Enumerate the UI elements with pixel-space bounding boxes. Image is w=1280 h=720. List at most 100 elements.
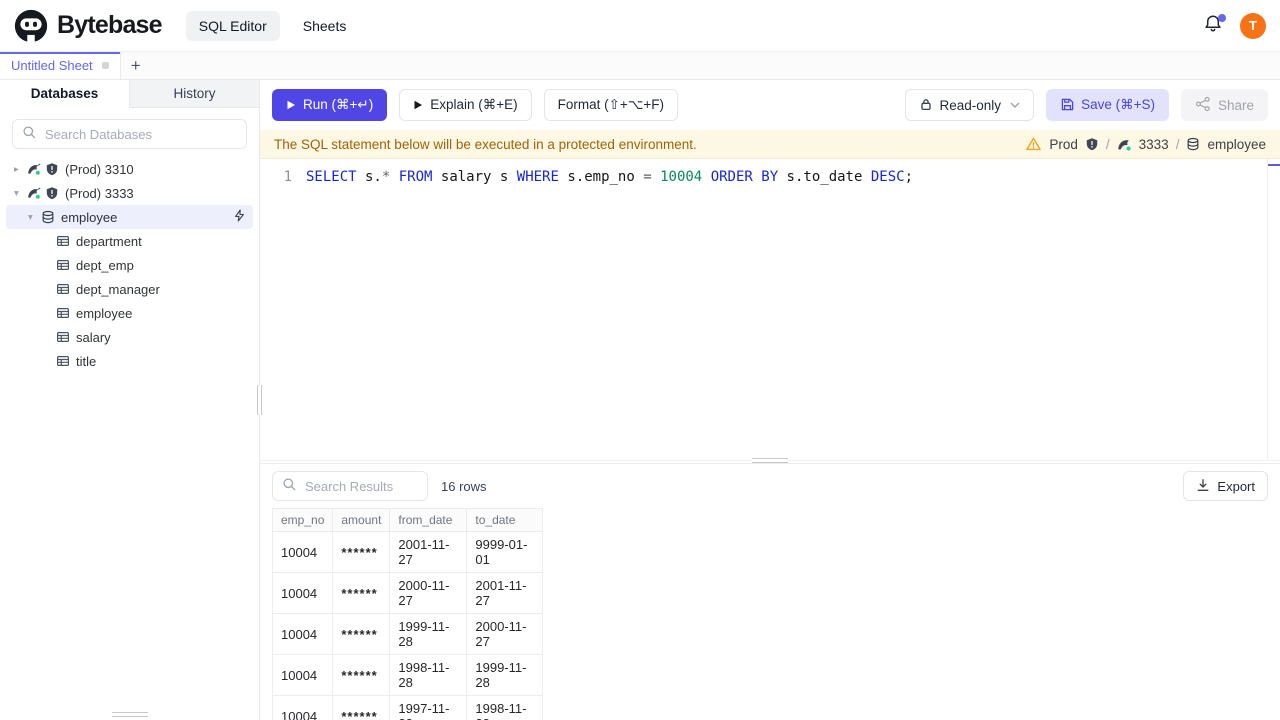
tab-dirty-indicator[interactable] <box>101 62 109 69</box>
table-icon <box>56 258 70 272</box>
table-cell[interactable]: 10004 <box>271 531 334 573</box>
export-button[interactable]: Export <box>1183 471 1268 501</box>
table-cell[interactable]: ****** <box>332 572 391 614</box>
play-icon <box>286 98 296 113</box>
sql-token: s.to_date <box>778 169 871 185</box>
format-label: Format (⇧+⌥+F) <box>557 97 665 112</box>
table-cell[interactable]: ****** <box>332 613 391 655</box>
tree-row[interactable]: ▾ (Prod) 3333 <box>6 181 253 205</box>
search-results-input[interactable] <box>303 477 418 495</box>
tree-row[interactable]: salary <box>6 325 253 349</box>
tree-row-icons <box>56 306 70 320</box>
nav-sheets[interactable]: Sheets <box>290 11 360 41</box>
bytebase-sql-editor: Bytebase SQL Editor Sheets T Untitled Sh… <box>0 0 1280 720</box>
table-cell[interactable]: 1999-11-28 <box>466 654 544 696</box>
explain-label: Explain (⌘+E) <box>430 97 518 112</box>
mysql-icon <box>27 162 41 176</box>
table-cell[interactable]: 1998-11-28 <box>466 695 544 720</box>
table-cell[interactable]: 2000-11-27 <box>466 613 544 655</box>
new-sheet-button[interactable]: + <box>121 52 151 79</box>
tree-label: dept_emp <box>76 257 134 273</box>
tree-row[interactable]: department <box>6 229 253 253</box>
notifications-button[interactable] <box>1202 13 1226 37</box>
table-cell[interactable]: 1998-11-28 <box>389 654 468 696</box>
sql-token: s.emp_no <box>558 169 644 185</box>
share-button[interactable]: Share <box>1180 89 1268 121</box>
tree-row[interactable]: dept_emp <box>6 253 253 277</box>
table-row[interactable]: 10004 ****** 2000-11-27 2001-11-27 <box>271 572 544 614</box>
editor-toolbar: Run (⌘+↵) Explain (⌘+E) Format (⇧+⌥+F) R… <box>260 80 1280 130</box>
results-splitter-handle[interactable] <box>752 458 788 463</box>
editor-overview-ruler <box>1267 159 1268 460</box>
sidebar-bottom-splitter-handle[interactable] <box>111 712 148 717</box>
table-row[interactable]: 10004 ****** 1998-11-28 1999-11-28 <box>271 654 544 696</box>
table-cell[interactable]: 2001-11-27 <box>466 572 544 614</box>
table-cell[interactable]: 10004 <box>271 572 334 614</box>
table-cell[interactable]: 10004 <box>271 654 334 696</box>
table-row[interactable]: 10004 ****** 2001-11-27 9999-01-01 <box>271 531 544 573</box>
nav-sql-editor[interactable]: SQL Editor <box>185 10 280 41</box>
sidebar-splitter-handle[interactable] <box>257 385 262 415</box>
search-icon <box>22 125 36 144</box>
top-bar: Bytebase SQL Editor Sheets T <box>0 0 1280 52</box>
save-label: Save (⌘+S) <box>1081 97 1155 112</box>
database-search[interactable] <box>12 119 247 149</box>
table-cell[interactable]: 10004 <box>271 695 334 720</box>
tree-label: dept_manager <box>76 281 160 297</box>
column-header[interactable]: from_date <box>389 508 468 532</box>
tree-row[interactable]: dept_manager <box>6 277 253 301</box>
caret-icon[interactable]: ▾ <box>14 188 27 199</box>
results-table: emp_no amount from_date to_date 10004 ******… <box>271 508 544 720</box>
sql-editor[interactable]: 1 SELECT s.* FROM salary s WHERE s.emp_n… <box>260 159 1280 460</box>
caret-icon[interactable]: ▾ <box>28 212 41 223</box>
tab-databases[interactable]: Databases <box>0 80 130 108</box>
table-cell[interactable]: 2001-11-27 <box>389 531 468 573</box>
connection-breadcrumb: Prod / 3333 / employee <box>1025 136 1266 152</box>
table-row[interactable]: 10004******1997-11-281998-11-28 <box>271 695 544 720</box>
tab-history[interactable]: History <box>130 80 259 108</box>
column-header[interactable]: to_date <box>466 508 544 532</box>
database-label[interactable]: employee <box>1207 137 1266 152</box>
caret-icon[interactable]: ▸ <box>14 164 27 175</box>
table-cell[interactable]: ****** <box>332 531 391 573</box>
tree-row-icons <box>27 162 59 176</box>
table-cell[interactable]: 9999-01-01 <box>466 531 544 573</box>
tree-row[interactable]: ▸ (Prod) 3310 <box>6 157 253 181</box>
sheet-tab-untitled[interactable]: Untitled Sheet <box>0 52 121 79</box>
save-icon <box>1060 97 1074 114</box>
table-icon <box>56 354 70 368</box>
results-search[interactable] <box>272 471 428 501</box>
bytebase-logo[interactable]: Bytebase <box>14 9 163 43</box>
column-header[interactable]: amount <box>332 508 391 532</box>
instance-label[interactable]: 3333 <box>1139 137 1169 152</box>
readonly-mode-dropdown[interactable]: Read-only <box>904 89 1035 121</box>
sidebar: Databases History ▸ (Prod) 3310 ▾ (Prod)… <box>0 80 262 720</box>
table-cell[interactable]: ****** <box>332 654 391 696</box>
tree-row[interactable]: employee <box>6 301 253 325</box>
environment-label[interactable]: Prod <box>1049 137 1078 152</box>
table-cell[interactable]: 2000-11-27 <box>389 572 468 614</box>
breadcrumb-separator: / <box>1105 136 1110 152</box>
search-databases-input[interactable] <box>43 125 237 143</box>
format-button[interactable]: Format (⇧+⌥+F) <box>543 89 679 121</box>
table-cell[interactable]: 10004 <box>271 613 334 655</box>
tree-row[interactable]: ▾ employee <box>6 205 253 229</box>
table-row[interactable]: 10004 ****** 1999-11-28 2000-11-27 <box>271 613 544 655</box>
table-cell[interactable]: ****** <box>332 695 391 720</box>
user-avatar[interactable]: T <box>1240 12 1266 39</box>
database-icon <box>41 210 55 224</box>
run-button[interactable]: Run (⌘+↵) <box>272 89 388 121</box>
tree-label: department <box>76 233 142 249</box>
sidebar-tabs: Databases History <box>0 80 259 108</box>
search-icon <box>282 477 296 496</box>
table-cell[interactable]: 1999-11-28 <box>389 613 468 655</box>
column-header[interactable]: emp_no <box>271 508 334 532</box>
notification-dot <box>1218 13 1226 22</box>
tree-row[interactable]: title <box>6 349 253 373</box>
save-button[interactable]: Save (⌘+S) <box>1046 89 1169 121</box>
table-cell[interactable]: 1997-11-28 <box>389 695 468 720</box>
mysql-icon <box>1117 137 1132 152</box>
explain-button[interactable]: Explain (⌘+E) <box>399 89 532 121</box>
